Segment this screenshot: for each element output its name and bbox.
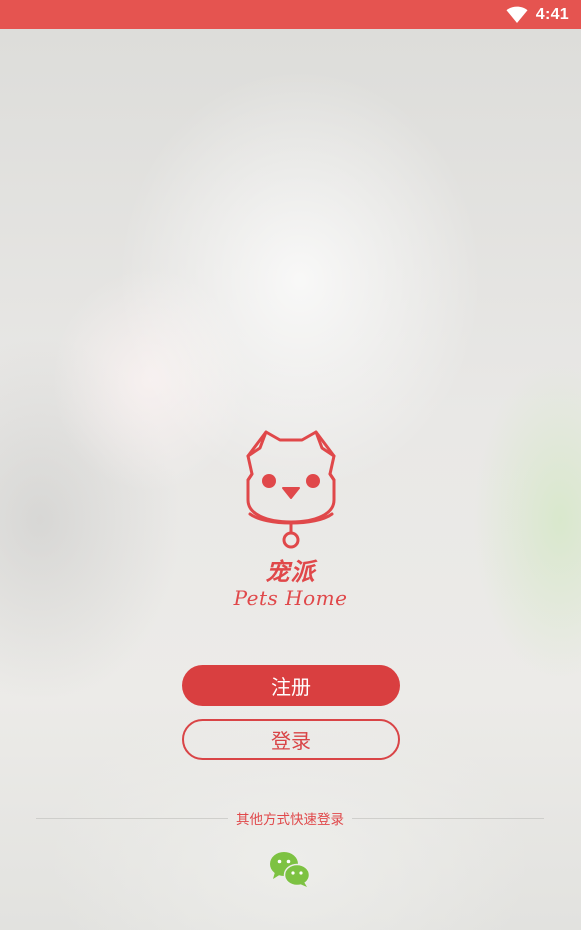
- wifi-icon: [506, 6, 528, 24]
- divider-line-right: [352, 817, 544, 819]
- login-screen: 4:41 宠派 Pets Home 注册 登录 其他方式快速登录: [0, 0, 581, 930]
- brand-name-en: Pets Home: [233, 586, 348, 610]
- register-button[interactable]: 注册: [182, 665, 400, 706]
- brand-name-cn: 宠派: [265, 557, 316, 586]
- wechat-icon[interactable]: [269, 850, 311, 888]
- brand-logo: 宠派 Pets Home: [0, 428, 581, 610]
- quick-login-divider: 其他方式快速登录: [36, 808, 544, 828]
- status-time: 4:41: [535, 5, 569, 23]
- quick-login-label: 其他方式快速登录: [236, 812, 344, 828]
- login-button[interactable]: 登录: [182, 719, 400, 760]
- dog-logo-icon: [246, 430, 335, 549]
- status-bar: 4:41: [0, 0, 581, 29]
- divider-line-left: [36, 817, 228, 819]
